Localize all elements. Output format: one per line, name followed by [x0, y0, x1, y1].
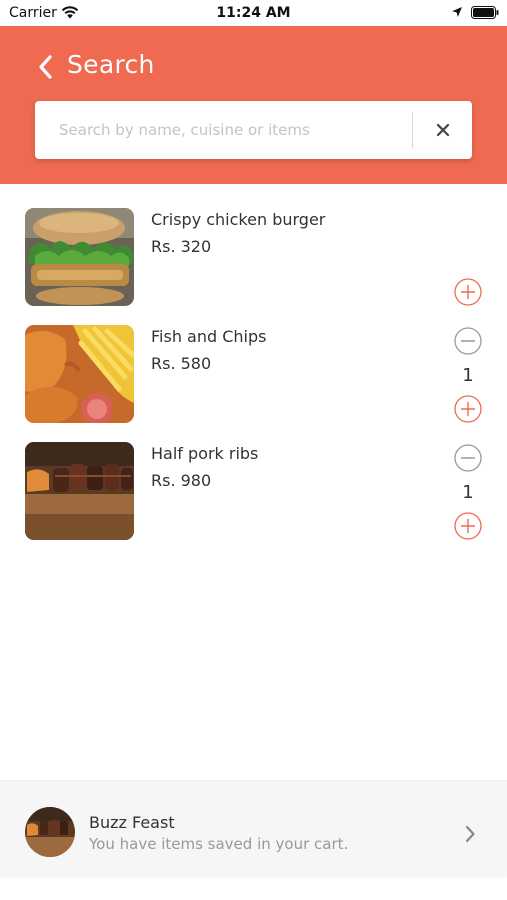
- item-price: Rs. 580: [151, 354, 212, 373]
- add-item-button[interactable]: [454, 395, 482, 423]
- restaurant-avatar: [25, 807, 75, 857]
- search-bar: [35, 101, 472, 159]
- item-quantity: 1: [462, 365, 474, 386]
- cart-restaurant-name: Buzz Feast: [89, 813, 175, 832]
- menu-item: Crispy chicken burger Rs. 320: [0, 208, 507, 308]
- item-quantity: 1: [462, 482, 474, 503]
- cart-message: You have items saved in your cart.: [89, 835, 349, 853]
- burger-photo: [25, 208, 134, 306]
- battery-icon: [471, 6, 499, 19]
- page-title: Search: [67, 50, 155, 79]
- chevron-right-icon: [465, 825, 475, 843]
- back-chevron-icon[interactable]: [36, 54, 56, 80]
- plus-circle-icon: [454, 278, 482, 306]
- item-name: Fish and Chips: [151, 327, 267, 346]
- minus-circle-icon: [454, 327, 482, 355]
- item-name: Half pork ribs: [151, 444, 259, 463]
- plus-circle-icon: [454, 512, 482, 540]
- clear-search-icon[interactable]: [431, 118, 455, 142]
- minus-circle-icon: [454, 444, 482, 472]
- search-header: Search: [0, 26, 507, 184]
- location-arrow-icon: [452, 7, 462, 17]
- search-divider: [412, 112, 413, 148]
- plus-circle-icon: [454, 395, 482, 423]
- menu-item: Half pork ribs Rs. 980 1: [0, 442, 507, 542]
- saved-cart-banner[interactable]: Buzz Feast You have items saved in your …: [0, 780, 507, 876]
- clock: 11:24 AM: [216, 5, 291, 21]
- status-bar: Carrier 11:24 AM: [0, 0, 507, 26]
- item-name: Crispy chicken burger: [151, 210, 326, 229]
- add-item-button[interactable]: [454, 512, 482, 540]
- search-input[interactable]: [59, 118, 399, 142]
- fish-and-chips-photo: [25, 325, 134, 423]
- add-item-button[interactable]: [454, 278, 482, 306]
- item-price: Rs. 980: [151, 471, 212, 490]
- pork-ribs-photo: [25, 442, 134, 540]
- decrease-quantity-button[interactable]: [454, 444, 482, 472]
- menu-item: Fish and Chips Rs. 580 1: [0, 325, 507, 425]
- item-price: Rs. 320: [151, 237, 212, 256]
- decrease-quantity-button[interactable]: [454, 327, 482, 355]
